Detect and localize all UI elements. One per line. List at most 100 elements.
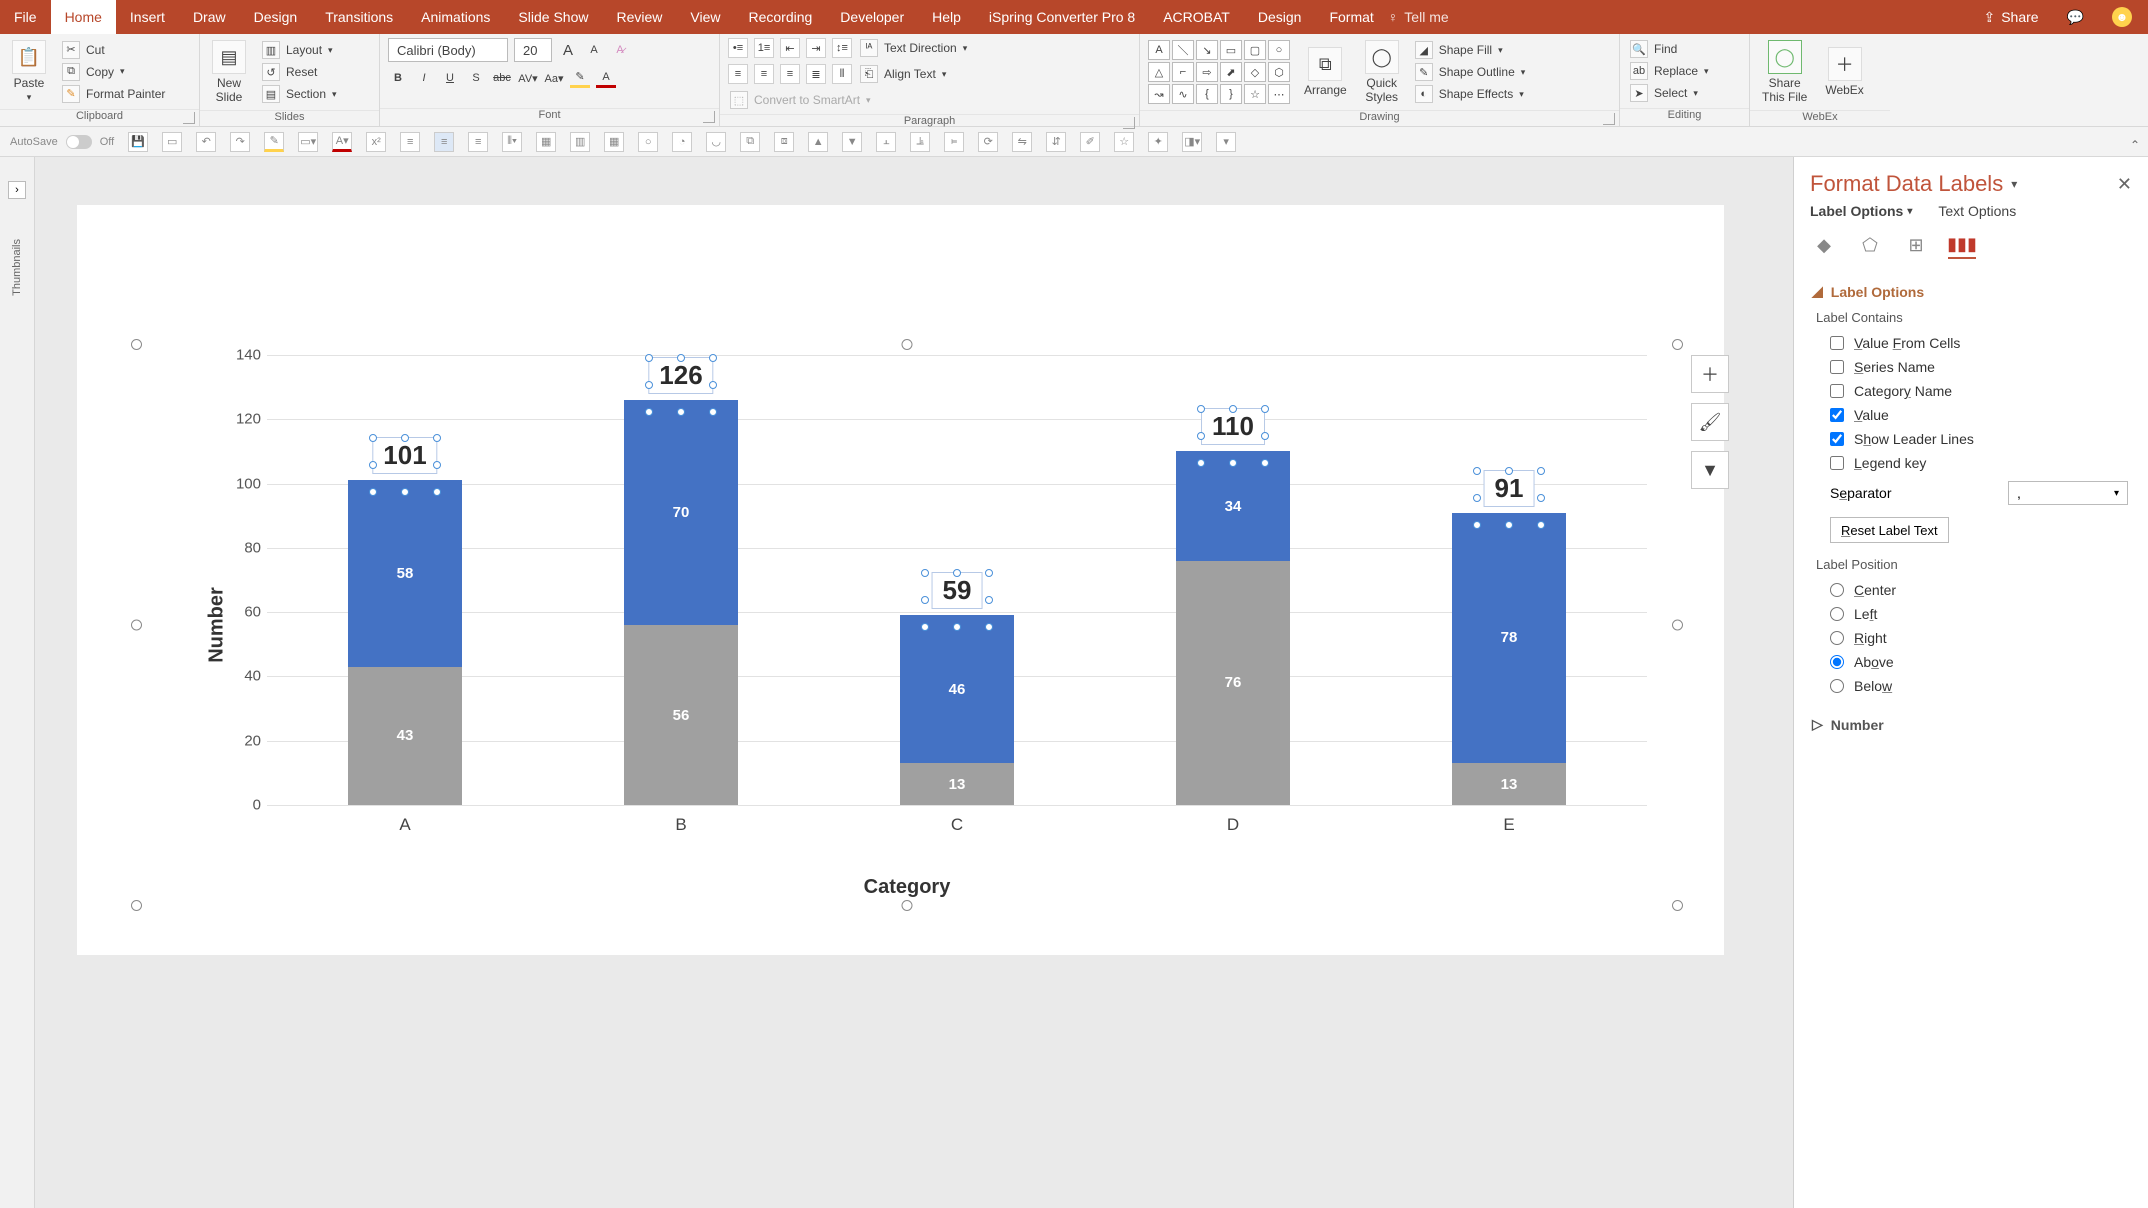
grow-font-button[interactable]: A <box>558 40 578 60</box>
tab-insert[interactable]: Insert <box>116 0 179 34</box>
shape-curve-icon[interactable]: ∿ <box>1172 84 1194 104</box>
data-label-handle[interactable] <box>1537 521 1545 529</box>
bar-stack[interactable]: 5843 <box>348 480 462 805</box>
total-data-label[interactable]: 101 <box>372 437 437 474</box>
drawing-launcher[interactable] <box>1603 113 1615 125</box>
radio-below[interactable]: Below <box>1812 674 2130 698</box>
tab-slideshow[interactable]: Slide Show <box>504 0 602 34</box>
font-name-select[interactable]: Calibri (Body) <box>388 38 508 62</box>
chk-legend-key[interactable]: Legend key <box>1812 451 2130 475</box>
text-direction-button[interactable]: ᴵᴬText Direction ▾ <box>858 38 969 58</box>
qat-effects-button[interactable]: ✦ <box>1148 132 1168 152</box>
align-left-button[interactable]: ≡ <box>728 64 748 84</box>
shapes-gallery[interactable]: A＼↘▭▢○ △⌐⇨⬈◇⬡ ↝∿{}☆⋯ <box>1148 40 1290 104</box>
section-button[interactable]: ▤Section ▾ <box>260 84 339 104</box>
qat-pie-button[interactable]: ◔ <box>672 132 692 152</box>
bar-segment[interactable]: 78 <box>1452 513 1566 764</box>
shape-effects-button[interactable]: ◐Shape Effects ▾ <box>1413 84 1528 104</box>
shape-more-icon[interactable]: ⋯ <box>1268 84 1290 104</box>
radio-above[interactable]: Above <box>1812 650 2130 674</box>
bold-button[interactable]: B <box>388 68 408 88</box>
data-label-handle[interactable] <box>1505 521 1513 529</box>
comments-icon[interactable]: 💬 <box>2067 9 2084 26</box>
data-label-handle[interactable] <box>1473 521 1481 529</box>
data-label-handle[interactable] <box>1473 467 1481 475</box>
undo-button[interactable]: ↶ <box>196 132 216 152</box>
shrink-font-button[interactable]: A <box>584 40 604 60</box>
chart-styles-button[interactable]: 🖌 <box>1691 403 1729 441</box>
data-label-handle[interactable] <box>921 569 929 577</box>
chart-handle-n[interactable] <box>902 339 913 350</box>
subtab-text-options[interactable]: Text Options <box>1938 203 2016 219</box>
format-pane-title-dropdown[interactable]: ▾ <box>2011 177 2017 191</box>
qat-distribute-h-button[interactable]: ⫡ <box>910 132 930 152</box>
tab-ispring[interactable]: iSpring Converter Pro 8 <box>975 0 1149 34</box>
data-label-handle[interactable] <box>1505 467 1513 475</box>
data-label-handle[interactable] <box>677 354 685 362</box>
close-pane-button[interactable]: ✕ <box>2117 174 2132 195</box>
data-label-handle[interactable] <box>1261 405 1269 413</box>
shape-fill-button[interactable]: ◢Shape Fill ▾ <box>1413 40 1528 60</box>
qat-rotate-button[interactable]: ⟳ <box>978 132 998 152</box>
font-launcher[interactable] <box>703 111 715 123</box>
shape-arrowr-icon[interactable]: ⇨ <box>1196 62 1218 82</box>
qat-merge-button[interactable]: ▦ <box>536 132 556 152</box>
chart-filter-button[interactable]: ▼ <box>1691 451 1729 489</box>
char-spacing-button[interactable]: AV▾ <box>518 68 538 88</box>
shape-brace2-icon[interactable]: } <box>1220 84 1242 104</box>
qat-split-button[interactable]: ▥ <box>570 132 590 152</box>
tab-review[interactable]: Review <box>602 0 676 34</box>
tab-view[interactable]: View <box>676 0 734 34</box>
qat-eyedropper-button[interactable]: ✐ <box>1080 132 1100 152</box>
total-data-label[interactable]: 126 <box>648 357 713 394</box>
justify-button[interactable]: ≣ <box>806 64 826 84</box>
data-label-handle[interactable] <box>645 381 653 389</box>
shape-tri-icon[interactable]: △ <box>1148 62 1170 82</box>
data-label-handle[interactable] <box>1473 494 1481 502</box>
line-spacing-button[interactable]: ↕≡ <box>832 38 852 58</box>
y-axis-title[interactable]: Number <box>206 587 229 663</box>
arrange-button[interactable]: ⧉Arrange <box>1300 45 1351 99</box>
numbering-button[interactable]: 1≡ <box>754 38 774 58</box>
bar-stack[interactable]: 4613 <box>900 615 1014 805</box>
tab-recording[interactable]: Recording <box>734 0 826 34</box>
radio-right[interactable]: Right <box>1812 626 2130 650</box>
columns-button[interactable]: ⫴ <box>832 64 852 84</box>
radio-center[interactable]: Center <box>1812 578 2130 602</box>
qat-fontcolor-button[interactable]: A▾ <box>332 132 352 152</box>
tab-developer[interactable]: Developer <box>826 0 918 34</box>
effects-tab-icon[interactable]: ⬠ <box>1856 231 1884 259</box>
qat-distribute-v-button[interactable]: ⫢ <box>944 132 964 152</box>
font-color-button[interactable]: A <box>596 68 616 88</box>
shape-roundrect-icon[interactable]: ▢ <box>1244 40 1266 60</box>
tab-draw[interactable]: Draw <box>179 0 240 34</box>
qat-star-button[interactable]: ☆ <box>1114 132 1134 152</box>
quick-styles-button[interactable]: ◯Quick Styles <box>1361 38 1403 106</box>
data-label-handle[interactable] <box>709 408 717 416</box>
data-label-handle[interactable] <box>1537 467 1545 475</box>
new-file-button[interactable]: ▭ <box>162 132 182 152</box>
chart-handle-e[interactable] <box>1672 620 1683 631</box>
align-center-button[interactable]: ≡ <box>754 64 774 84</box>
tab-help[interactable]: Help <box>918 0 975 34</box>
chk-value-from-cells[interactable]: Value From Cells <box>1812 331 2130 355</box>
webex-share-button[interactable]: ◯Share This File <box>1758 38 1811 106</box>
italic-button[interactable]: I <box>414 68 434 88</box>
qat-table-button[interactable]: ▦ <box>604 132 624 152</box>
separator-select[interactable]: ,▾ <box>2008 481 2128 505</box>
align-text-button[interactable]: ⎗Align Text ▾ <box>858 64 948 84</box>
chart-object[interactable]: ＋ 🖌 ▼ Number Category 020406080100120140… <box>137 345 1677 905</box>
data-label-handle[interactable] <box>985 596 993 604</box>
shape-hex-icon[interactable]: ⬡ <box>1268 62 1290 82</box>
qat-align-objects-button[interactable]: ⫠ <box>876 132 896 152</box>
qat-align-center-button[interactable]: ≡ <box>434 132 454 152</box>
decrease-indent-button[interactable]: ⇤ <box>780 38 800 58</box>
shape-arrowblock-icon[interactable]: ⬈ <box>1220 62 1242 82</box>
layout-button[interactable]: ▥Layout ▾ <box>260 40 339 60</box>
font-size-select[interactable]: 20 <box>514 38 552 62</box>
replace-button[interactable]: abReplace ▾ <box>1628 61 1711 81</box>
chk-category-name[interactable]: Category Name <box>1812 379 2130 403</box>
qat-superscript-button[interactable]: x² <box>366 132 386 152</box>
qat-border-button[interactable]: ▭▾ <box>298 132 318 152</box>
section-number[interactable]: ▷Number <box>1812 710 2130 739</box>
